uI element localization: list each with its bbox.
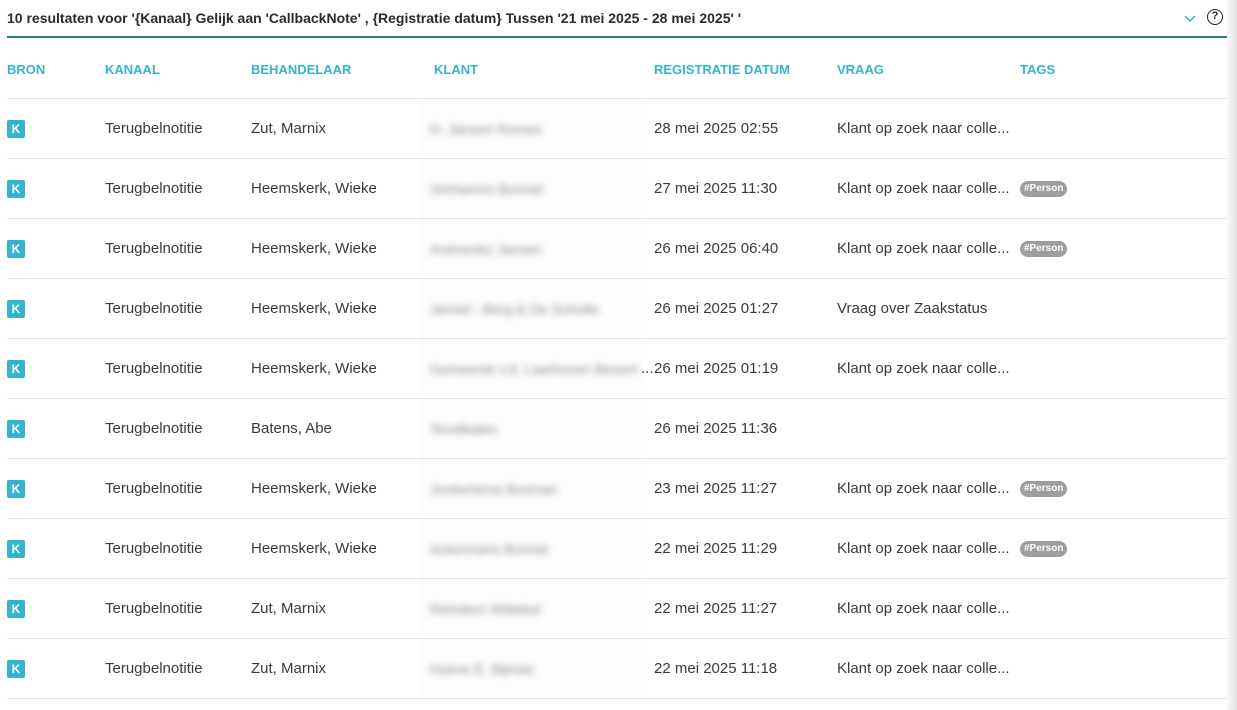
table-row[interactable]: K Terugbelnotitie Heemskerk, Wieke Gemeente… <box>7 339 1227 399</box>
vraag-cell: Klant op zoek naar colle... <box>837 120 1010 137</box>
help-icon[interactable]: ? <box>1207 9 1223 25</box>
behandelaar-cell: Heemskerk, Wieke <box>251 240 377 257</box>
table-row[interactable]: K Terugbelnotitie Zut, Marnix Reinders Witt… <box>7 579 1227 639</box>
results-table-body: K Terugbelnotitie Zut, Marnix H. Jansen Rom… <box>0 99 1237 699</box>
source-k-icon: K <box>7 120 25 138</box>
table-row[interactable]: K Terugbelnotitie Heemskerk, Wieke Ackerman… <box>7 519 1227 579</box>
registratie-datum-cell: 26 mei 2025 11:36 <box>654 420 778 437</box>
tag-badge[interactable]: #Person <box>1020 181 1068 197</box>
klant-name-redacted: Jonkertsma Bosman <box>430 481 558 497</box>
behandelaar-cell: Heemskerk, Wieke <box>251 360 377 377</box>
klant-cell: Reinders Wittebol <box>420 579 642 638</box>
table-row[interactable]: K Terugbelnotitie Zut, Marnix Hoeve E. Bijm… <box>7 639 1227 699</box>
results-header: 10 resultaten voor '{Kanaal} Gelijk aan … <box>7 0 1227 38</box>
column-header-tags[interactable]: TAGS <box>1020 62 1055 77</box>
registratie-datum-cell: 23 mei 2025 11:27 <box>654 480 778 497</box>
column-header-bron[interactable]: BRON <box>7 62 45 77</box>
source-k-icon: K <box>7 660 25 678</box>
source-k-icon: K <box>7 180 25 198</box>
behandelaar-cell: Zut, Marnix <box>251 600 327 617</box>
vraag-cell: Klant op zoek naar colle... <box>837 660 1010 677</box>
table-row[interactable]: K Terugbelnotitie Heemskerk, Wieke Jonkerts… <box>7 459 1227 519</box>
vraag-cell: Klant op zoek naar colle... <box>837 540 1010 557</box>
klant-name-redacted: Gemeente v.d. Laarhoven Bezem <box>430 361 639 377</box>
klant-cell: H. Jansen Romeo <box>420 99 642 158</box>
behandelaar-cell: Zut, Marnix <box>251 660 327 677</box>
tag-badge[interactable]: #Person <box>1020 481 1068 497</box>
behandelaar-cell: Heemskerk, Wieke <box>251 180 377 197</box>
klant-cell: Ackermans Bonnet <box>420 519 642 578</box>
vraag-cell: Klant op zoek naar colle... <box>837 480 1010 497</box>
kanaal-cell: Terugbelnotitie <box>105 120 203 137</box>
behandelaar-cell: Heemskerk, Wieke <box>251 480 377 497</box>
column-header-vraag[interactable]: VRAAG <box>837 62 884 77</box>
column-header-registratie-datum[interactable]: REGISTRATIE DATUM <box>654 62 790 77</box>
klant-cell: Jonkertsma Bosman <box>420 459 642 518</box>
source-k-icon: K <box>7 540 25 558</box>
registratie-datum-cell: 28 mei 2025 02:55 <box>654 120 779 137</box>
table-row[interactable]: K Terugbelnotitie Heemskerk, Wieke Aramesku… <box>7 219 1227 279</box>
source-k-icon: K <box>7 600 25 618</box>
tag-badge[interactable]: #Person <box>1020 541 1068 557</box>
behandelaar-cell: Heemskerk, Wieke <box>251 540 377 557</box>
klant-name-redacted: H. Jansen Romeo <box>430 121 543 137</box>
kanaal-cell: Terugbelnotitie <box>105 540 203 557</box>
klant-name-redacted: Tevelkaten <box>430 421 497 437</box>
klant-overflow-ellipsis: ... <box>641 360 654 377</box>
source-k-icon: K <box>7 300 25 318</box>
source-k-icon: K <box>7 360 25 378</box>
table-row[interactable]: K Terugbelnotitie Zut, Marnix H. Jansen Rom… <box>7 99 1227 159</box>
chevron-down-icon[interactable] <box>1184 12 1196 24</box>
klant-name-redacted: Aramesku Jansen <box>430 241 543 257</box>
klant-name-redacted: Verhaeren Bonnet <box>430 181 543 197</box>
registratie-datum-cell: 26 mei 2025 01:19 <box>654 360 779 377</box>
table-row[interactable]: K Terugbelnotitie Heemskerk, Wieke Verhaere… <box>7 159 1227 219</box>
klant-name-redacted: Jansel - Berg & De Schutte <box>430 301 599 317</box>
kanaal-cell: Terugbelnotitie <box>105 420 203 437</box>
results-page: 10 resultaten voor '{Kanaal} Gelijk aan … <box>0 0 1237 710</box>
vraag-cell: Klant op zoek naar colle... <box>837 600 1010 617</box>
kanaal-cell: Terugbelnotitie <box>105 600 203 617</box>
column-header-klant[interactable]: KLANT <box>434 62 478 77</box>
kanaal-cell: Terugbelnotitie <box>105 480 203 497</box>
kanaal-cell: Terugbelnotitie <box>105 300 203 317</box>
klant-cell: Aramesku Jansen <box>420 219 642 278</box>
table-row[interactable]: K Terugbelnotitie Heemskerk, Wieke Jansel -… <box>7 279 1227 339</box>
kanaal-cell: Terugbelnotitie <box>105 660 203 677</box>
registratie-datum-cell: 22 mei 2025 11:27 <box>654 600 778 617</box>
registratie-datum-cell: 22 mei 2025 11:29 <box>654 540 778 557</box>
vraag-cell: Vraag over Zaakstatus <box>837 300 988 317</box>
tag-badge[interactable]: #Person <box>1020 241 1068 257</box>
source-k-icon: K <box>7 420 25 438</box>
table-row[interactable]: K Terugbelnotitie Batens, Abe Tevelkaten 26 … <box>7 399 1227 459</box>
klant-cell: Tevelkaten <box>420 399 642 458</box>
registratie-datum-cell: 26 mei 2025 06:40 <box>654 240 779 257</box>
registratie-datum-cell: 27 mei 2025 11:30 <box>654 180 778 197</box>
registratie-datum-cell: 22 mei 2025 11:18 <box>654 660 778 677</box>
klant-cell: Hoeve E. Bijman <box>420 639 642 698</box>
results-summary-title: 10 resultaten voor '{Kanaal} Gelijk aan … <box>7 10 742 26</box>
kanaal-cell: Terugbelnotitie <box>105 240 203 257</box>
klant-cell: Gemeente v.d. Laarhoven Bezem <box>420 339 642 398</box>
klant-name-redacted: Hoeve E. Bijman <box>430 661 535 677</box>
column-header-kanaal[interactable]: KANAAL <box>105 62 160 77</box>
behandelaar-cell: Batens, Abe <box>251 420 332 437</box>
source-k-icon: K <box>7 240 25 258</box>
vraag-cell: Klant op zoek naar colle... <box>837 180 1010 197</box>
klant-cell: Jansel - Berg & De Schutte <box>420 279 642 338</box>
klant-name-redacted: Ackermans Bonnet <box>430 541 549 557</box>
behandelaar-cell: Zut, Marnix <box>251 120 327 137</box>
klant-cell: Verhaeren Bonnet <box>420 159 642 218</box>
behandelaar-cell: Heemskerk, Wieke <box>251 300 377 317</box>
kanaal-cell: Terugbelnotitie <box>105 360 203 377</box>
source-k-icon: K <box>7 480 25 498</box>
vraag-cell: Klant op zoek naar colle... <box>837 360 1010 377</box>
registratie-datum-cell: 26 mei 2025 01:27 <box>654 300 779 317</box>
scroll-edge-shadow <box>1225 0 1237 710</box>
column-header-behandelaar[interactable]: BEHANDELAAR <box>251 62 351 77</box>
kanaal-cell: Terugbelnotitie <box>105 180 203 197</box>
klant-name-redacted: Reinders Wittebol <box>430 601 541 617</box>
vraag-cell: Klant op zoek naar colle... <box>837 240 1010 257</box>
